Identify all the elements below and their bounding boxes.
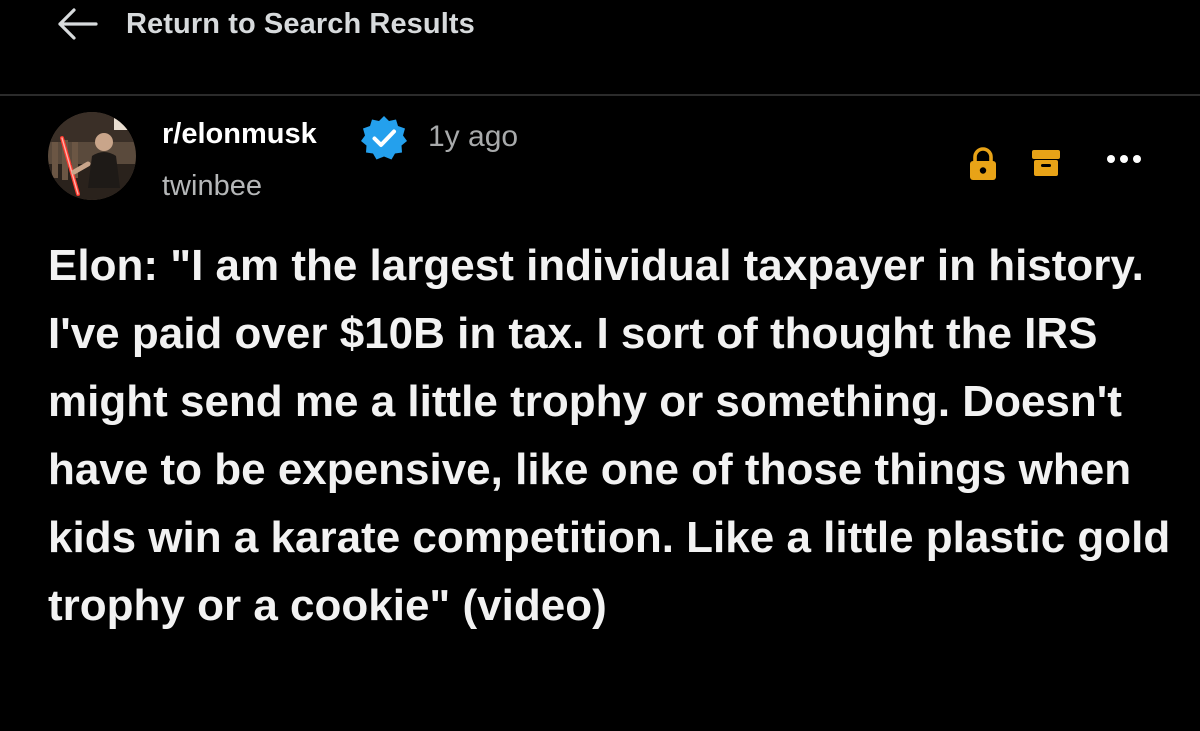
post-age: 1y ago (428, 120, 519, 153)
subreddit-name[interactable]: r/elonmusk (162, 118, 317, 151)
verified-badge-icon (360, 114, 408, 162)
archive-icon (1030, 148, 1062, 178)
subreddit-avatar[interactable] (48, 112, 136, 200)
post-title[interactable]: Elon: "I am the largest individual taxpa… (48, 232, 1178, 640)
more-options-icon[interactable] (1106, 152, 1142, 166)
lock-icon (966, 146, 1000, 182)
top-navigation-bar: Return to Search Results (0, 0, 1200, 96)
author-username[interactable]: twinbee (162, 170, 262, 203)
post-header: r/elonmusk 1y ago twinbee (48, 112, 1168, 212)
return-to-search-results-link[interactable]: Return to Search Results (56, 4, 475, 44)
return-to-search-results-label: Return to Search Results (126, 7, 475, 40)
arrow-left-icon (56, 7, 98, 41)
